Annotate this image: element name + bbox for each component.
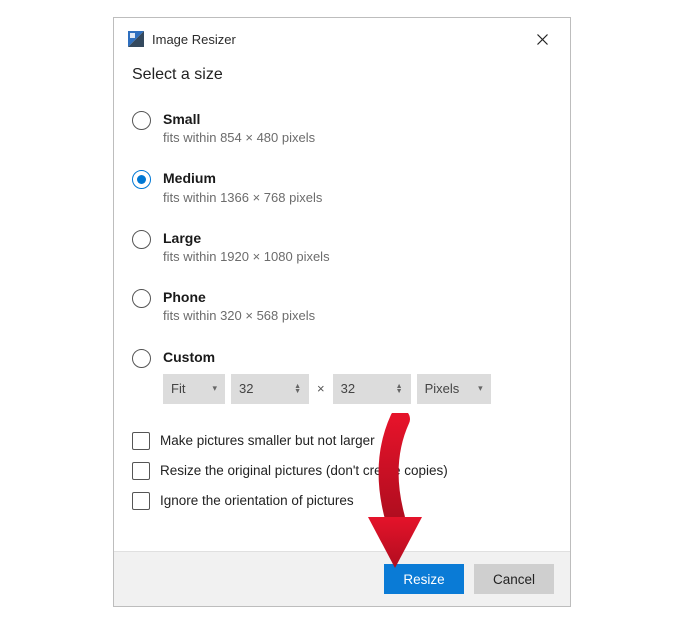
check-row-ignore-orientation[interactable]: Ignore the orientation of pictures [132,486,552,516]
image-resizer-dialog: Image Resizer Select a size Small fits w… [113,17,571,607]
stepper-icon: ▲▼ [396,384,403,394]
dialog-heading: Select a size [114,54,570,92]
size-label: Small [163,110,552,128]
size-option-large[interactable]: Large fits within 1920 × 1080 pixels [132,221,552,280]
size-option-medium[interactable]: Medium fits within 1366 × 768 pixels [132,161,552,220]
resize-button[interactable]: Resize [384,564,464,594]
size-label: Phone [163,288,552,306]
checkbox[interactable] [132,432,150,450]
size-sub: fits within 854 × 480 pixels [163,129,552,147]
close-icon [537,34,548,45]
close-button[interactable] [528,28,556,50]
size-option-custom[interactable]: Custom Fit ▾ 32 ▲▼ × 32 ▲▼ [132,340,552,418]
options-checkboxes: Make pictures smaller but not larger Res… [114,418,570,516]
size-sub: fits within 1366 × 768 pixels [163,189,552,207]
app-icon [128,31,144,47]
radio-large[interactable] [132,230,151,249]
radio-medium[interactable] [132,170,151,189]
size-label: Medium [163,169,552,187]
size-option-phone[interactable]: Phone fits within 320 × 568 pixels [132,280,552,339]
radio-phone[interactable] [132,289,151,308]
size-sub: fits within 320 × 568 pixels [163,307,552,325]
titlebar: Image Resizer [114,18,570,54]
size-label: Custom [163,348,552,366]
times-symbol: × [315,381,327,396]
custom-controls: Fit ▾ 32 ▲▼ × 32 ▲▼ Pixels ▾ [163,374,552,404]
size-sub: fits within 1920 × 1080 pixels [163,248,552,266]
check-row-smaller-only[interactable]: Make pictures smaller but not larger [132,426,552,456]
dialog-footer: Resize Cancel [114,551,570,606]
size-options: Small fits within 854 × 480 pixels Mediu… [114,92,570,418]
cancel-button[interactable]: Cancel [474,564,554,594]
checkbox[interactable] [132,492,150,510]
checkbox[interactable] [132,462,150,480]
check-label: Make pictures smaller but not larger [160,433,375,448]
chevron-down-icon: ▾ [478,383,483,394]
chevron-down-icon: ▾ [212,383,217,394]
custom-width-input[interactable]: 32 ▲▼ [231,374,309,404]
size-option-small[interactable]: Small fits within 854 × 480 pixels [132,102,552,161]
stepper-icon: ▲▼ [294,384,301,394]
check-label: Resize the original pictures (don't crea… [160,463,448,478]
size-label: Large [163,229,552,247]
radio-custom[interactable] [132,349,151,368]
radio-small[interactable] [132,111,151,130]
window-title: Image Resizer [152,32,528,47]
check-row-overwrite[interactable]: Resize the original pictures (don't crea… [132,456,552,486]
custom-height-input[interactable]: 32 ▲▼ [333,374,411,404]
fit-mode-select[interactable]: Fit ▾ [163,374,225,404]
unit-select[interactable]: Pixels ▾ [417,374,491,404]
check-label: Ignore the orientation of pictures [160,493,354,508]
